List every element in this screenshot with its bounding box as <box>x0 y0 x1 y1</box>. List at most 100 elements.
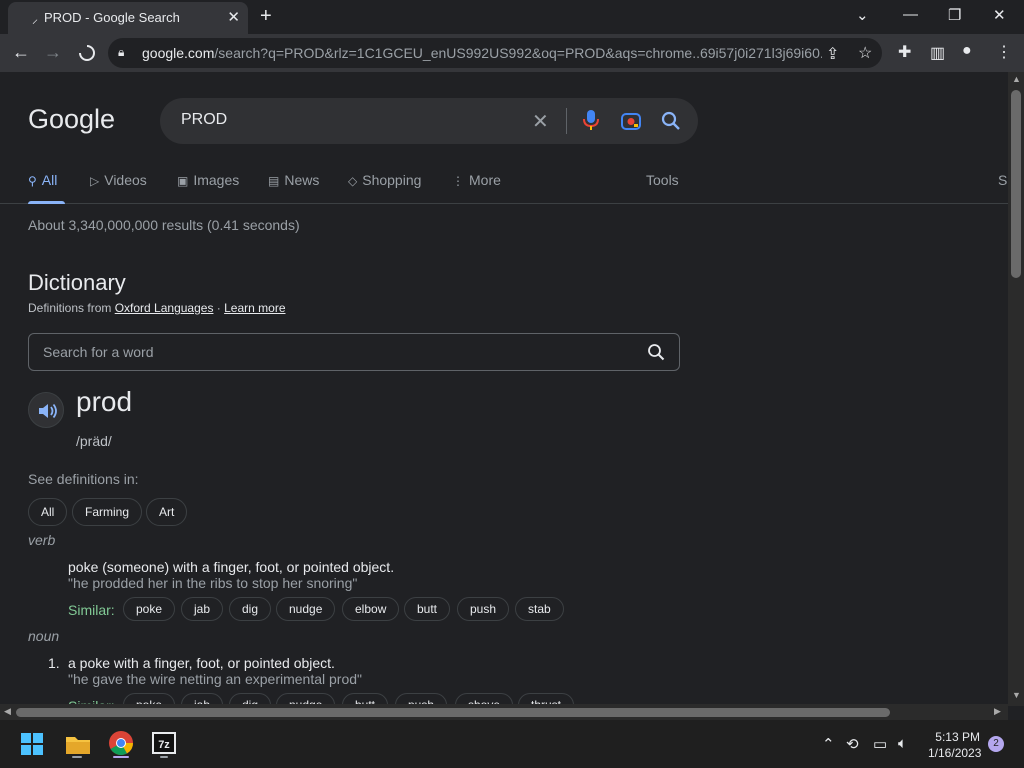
chrome-icon[interactable] <box>107 730 135 758</box>
dictionary-heading: Dictionary <box>28 270 126 295</box>
volume-icon[interactable]: 🔈︎ <box>898 735 907 752</box>
clock-date: 1/16/2023 <box>928 746 982 760</box>
extensions-icon[interactable]: ✚ <box>898 42 911 62</box>
chip-all[interactable]: All <box>28 498 68 526</box>
network-icon[interactable]: ▭ <box>873 735 887 753</box>
clock-time: 5:13 PM <box>935 730 980 744</box>
synonym-chip[interactable]: nudge <box>276 597 336 621</box>
side-panel-icon[interactable]: ▥ <box>930 43 945 63</box>
stop-loading-icon[interactable] <box>78 44 96 62</box>
notification-badge[interactable]: 2 <box>988 736 1004 752</box>
search-icon: ⚲ <box>28 174 37 188</box>
divider <box>566 108 567 134</box>
scroll-down-icon[interactable]: ▼ <box>1012 690 1021 700</box>
search-results-page: Google PROD ✕ ⚲ All ▷ Videos ▣ Images ▤ News… <box>0 72 1008 706</box>
clock[interactable]: 5:13 PM 1/16/2023 <box>928 729 982 761</box>
browser-tab[interactable]: ⸝ PROD - Google Search ✕ <box>8 2 248 34</box>
example-text: "he gave the wire netting an experimenta… <box>68 671 363 687</box>
scroll-up-icon[interactable]: ▲ <box>1012 74 1021 84</box>
sense-number: 1. <box>48 655 60 671</box>
search-box[interactable]: PROD ✕ <box>160 98 698 144</box>
horizontal-scrollbar[interactable]: ◀ ▶ <box>0 704 1008 720</box>
browser-toolbar: ← → 🔒︎ google.com/search?q=PROD&rlz=1C1G… <box>0 34 1024 72</box>
url-text[interactable]: google.com/search?q=PROD&rlz=1C1GCEU_enU… <box>142 45 822 61</box>
loading-icon: ⸝ <box>32 12 39 26</box>
scrollbar-thumb[interactable] <box>16 708 890 717</box>
synonym-chip[interactable]: push <box>457 597 510 621</box>
tab-shopping[interactable]: ◇ Shopping <box>348 172 421 188</box>
profile-icon[interactable]: ● <box>962 42 972 60</box>
similar-label: Similar: <box>68 602 115 618</box>
7zip-icon[interactable]: 7z <box>150 730 178 758</box>
tab-strip: ⸝ PROD - Google Search ✕ + ⌄ — ❐ ✕ <box>0 0 1024 34</box>
back-button[interactable]: ← <box>12 42 30 63</box>
more-vert-icon: ⋮ <box>452 174 464 188</box>
phonetic: /präd/ <box>76 433 112 449</box>
lens-camera-icon[interactable] <box>620 110 642 132</box>
active-tab-indicator <box>28 201 65 204</box>
share-icon[interactable]: ⇪ <box>826 44 839 64</box>
svg-text:7z: 7z <box>158 739 170 751</box>
speaker-icon <box>39 403 57 419</box>
chevron-up-icon[interactable]: ⌃ <box>822 735 835 753</box>
forward-button[interactable]: → <box>44 42 62 63</box>
word-search-input[interactable]: Search for a word <box>28 333 680 371</box>
word-search-placeholder: Search for a word <box>43 344 154 360</box>
minimize-button[interactable]: — <box>903 6 918 23</box>
vertical-scrollbar[interactable]: ▲ ▼ <box>1008 72 1024 706</box>
tab-search-icon[interactable]: ⌄ <box>856 6 869 24</box>
scroll-right-icon[interactable]: ▶ <box>994 706 1001 717</box>
news-icon: ▤ <box>268 174 280 188</box>
tab-news[interactable]: ▤ News <box>268 172 319 188</box>
synonym-chip[interactable]: elbow <box>342 597 400 621</box>
chip-farming[interactable]: Farming <box>72 498 143 526</box>
google-logo[interactable]: Google <box>28 104 115 135</box>
synonym-chip[interactable]: jab <box>181 597 224 621</box>
pronunciation-button[interactable] <box>28 392 64 428</box>
result-stats: About 3,340,000,000 results (0.41 second… <box>28 217 300 233</box>
file-explorer-icon[interactable] <box>64 730 92 758</box>
tools-button[interactable]: Tools <box>646 172 679 188</box>
tab-more[interactable]: ⋮ More <box>452 172 501 188</box>
restore-button[interactable]: ❐ <box>948 6 961 24</box>
close-window-button[interactable]: ✕ <box>993 6 1006 24</box>
tab-all[interactable]: ⚲ All <box>28 172 57 188</box>
lock-icon[interactable]: 🔒︎ <box>118 45 124 60</box>
synonym-chip[interactable]: stab <box>515 597 564 621</box>
tab-videos[interactable]: ▷ Videos <box>90 172 147 188</box>
tab-images[interactable]: ▣ Images <box>177 172 239 188</box>
scroll-left-icon[interactable]: ◀ <box>4 706 11 717</box>
part-of-speech-verb: verb <box>28 532 56 548</box>
definition-text: poke (someone) with a finger, foot, or p… <box>68 559 395 575</box>
see-definitions-label: See definitions in: <box>28 471 139 487</box>
learn-more-link[interactable]: Learn more <box>224 301 285 315</box>
play-icon: ▷ <box>90 174 100 188</box>
voice-search-icon[interactable] <box>580 108 602 132</box>
bookmark-star-icon[interactable]: ☆ <box>858 43 872 63</box>
safesearch-button[interactable]: S <box>998 172 1007 188</box>
oxford-languages-link[interactable]: Oxford Languages <box>115 301 214 315</box>
clear-icon[interactable]: ✕ <box>532 109 549 134</box>
tab-title: PROD - Google Search <box>44 10 180 25</box>
menu-icon[interactable]: ⋮ <box>996 42 1012 62</box>
sync-icon[interactable]: ⟲ <box>846 735 859 753</box>
headword: prod <box>76 386 133 417</box>
search-input[interactable]: PROD <box>181 111 227 129</box>
example-text: "he prodded her in the ribs to stop her … <box>68 575 358 591</box>
chip-art[interactable]: Art <box>146 498 188 526</box>
windows-start-icon[interactable] <box>20 732 44 756</box>
definition-text: a poke with a finger, foot, or pointed o… <box>68 655 335 671</box>
synonym-chip[interactable]: poke <box>123 597 176 621</box>
address-bar[interactable]: 🔒︎ google.com/search?q=PROD&rlz=1C1GCEU_… <box>108 38 882 68</box>
search-icon[interactable] <box>647 343 665 361</box>
new-tab-button[interactable]: + <box>260 5 272 28</box>
search-icon[interactable] <box>660 110 682 132</box>
search-tabs: ⚲ All ▷ Videos ▣ Images ▤ News ◇ Shopping ⋮ Mo… <box>0 164 1008 204</box>
synonym-chip[interactable]: butt <box>404 597 451 621</box>
dictionary-source: Definitions from Oxford Languages · Lear… <box>28 301 286 315</box>
tag-icon: ◇ <box>348 174 358 188</box>
close-tab-icon[interactable]: ✕ <box>227 8 240 26</box>
scrollbar-thumb[interactable] <box>1011 90 1021 278</box>
image-icon: ▣ <box>177 174 189 188</box>
synonym-chip[interactable]: dig <box>229 597 272 621</box>
